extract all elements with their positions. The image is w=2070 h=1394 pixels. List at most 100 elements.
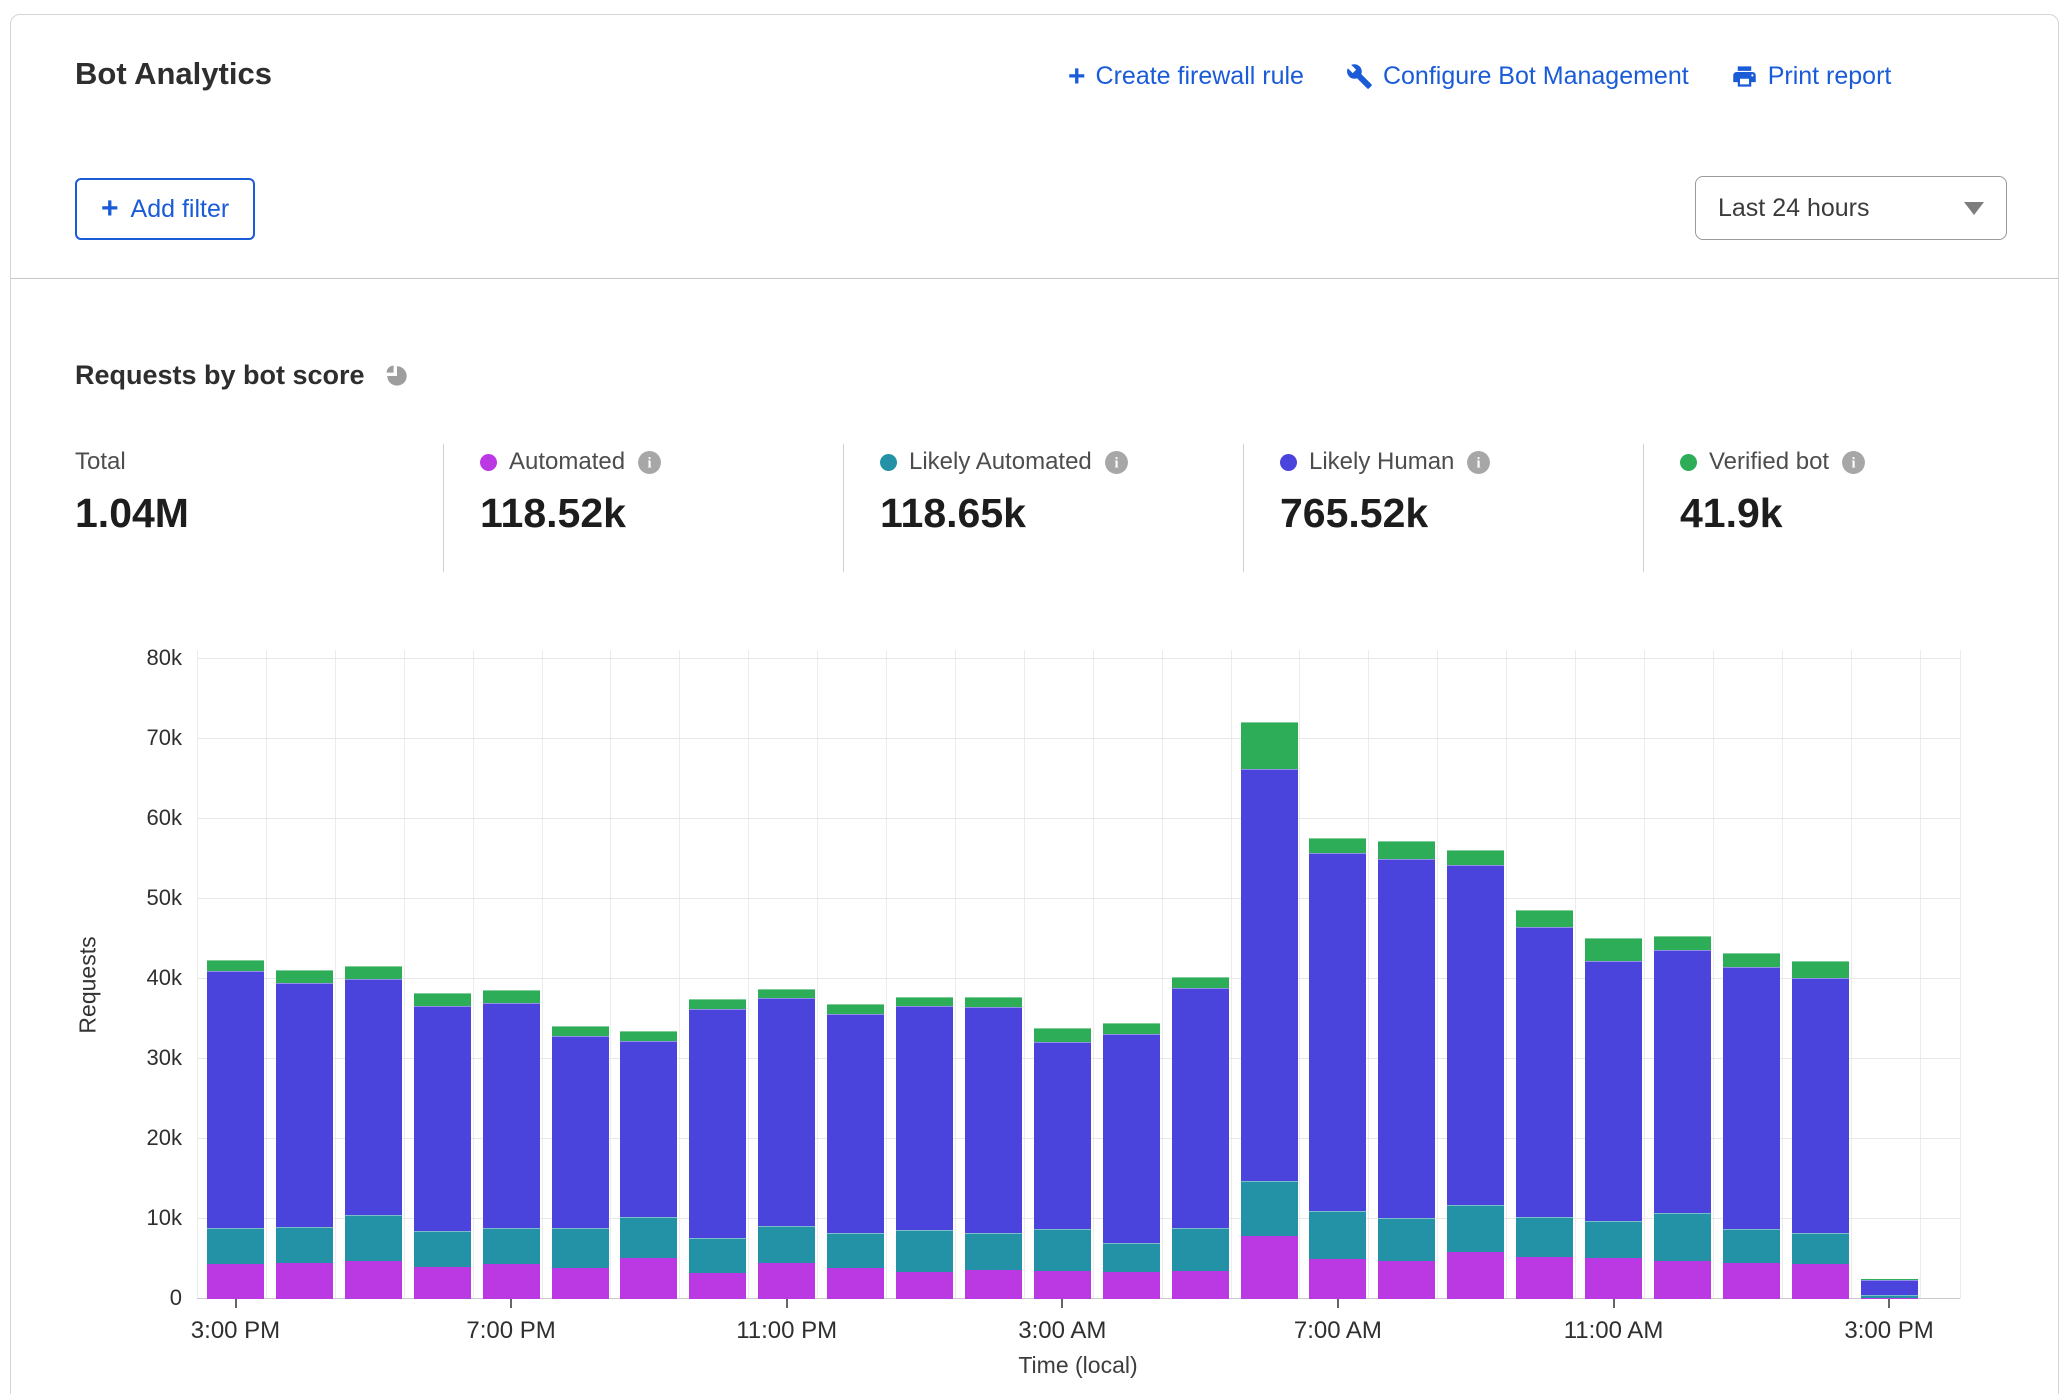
bar-segment-likely-human[interactable] (1447, 865, 1504, 1204)
bar-segment-verified-bot[interactable] (1034, 1028, 1091, 1042)
bar-segment-verified-bot[interactable] (965, 997, 1022, 1007)
bar-segment-likely-automated[interactable] (1585, 1221, 1642, 1258)
bar-5-00-pm[interactable] (345, 650, 402, 1299)
bar-segment-automated[interactable] (1654, 1261, 1711, 1299)
bar-segment-verified-bot[interactable] (483, 990, 540, 1003)
bar-segment-likely-automated[interactable] (276, 1227, 333, 1263)
bar-segment-verified-bot[interactable] (414, 993, 471, 1006)
bar-segment-likely-automated[interactable] (1861, 1295, 1918, 1297)
bar-4-00-pm[interactable] (276, 650, 333, 1299)
bar-segment-likely-human[interactable] (1103, 1034, 1160, 1243)
bar-segment-likely-human[interactable] (414, 1006, 471, 1231)
bar-segment-automated[interactable] (1241, 1236, 1298, 1299)
bar-segment-automated[interactable] (1309, 1259, 1366, 1299)
bar-9-00-am[interactable] (1447, 650, 1504, 1299)
bar-segment-likely-automated[interactable] (1034, 1229, 1091, 1271)
bar-segment-verified-bot[interactable] (276, 970, 333, 983)
bar-7-00-pm[interactable] (483, 650, 540, 1299)
bar-segment-likely-automated[interactable] (1516, 1217, 1573, 1256)
bar-segment-likely-human[interactable] (1172, 988, 1229, 1228)
bar-6-00-am[interactable] (1241, 650, 1298, 1299)
bar-segment-automated[interactable] (1792, 1264, 1849, 1299)
bar-segment-likely-automated[interactable] (758, 1226, 815, 1263)
bar-segment-verified-bot[interactable] (552, 1026, 609, 1036)
bar-5-00-am[interactable] (1172, 650, 1229, 1299)
bar-segment-likely-human[interactable] (345, 979, 402, 1215)
bar-segment-verified-bot[interactable] (896, 997, 953, 1007)
bar-segment-automated[interactable] (1516, 1257, 1573, 1299)
bar-segment-likely-automated[interactable] (1172, 1228, 1229, 1271)
bar-11-00-pm[interactable] (758, 650, 815, 1299)
bar-segment-likely-automated[interactable] (1723, 1229, 1780, 1263)
bar-segment-likely-human[interactable] (1309, 853, 1366, 1211)
bar-segment-likely-human[interactable] (1516, 927, 1573, 1217)
bar-segment-verified-bot[interactable] (1861, 1279, 1918, 1280)
bar-segment-automated[interactable] (483, 1264, 540, 1299)
bar-2-00-pm[interactable] (1792, 650, 1849, 1299)
bar-segment-verified-bot[interactable] (1241, 722, 1298, 768)
bar-11-00-am[interactable] (1585, 650, 1642, 1299)
bar-segment-likely-human[interactable] (827, 1014, 884, 1232)
bar-segment-verified-bot[interactable] (1172, 977, 1229, 988)
bar-3-00-pm[interactable] (1861, 650, 1918, 1299)
bar-segment-likely-automated[interactable] (1792, 1233, 1849, 1264)
bar-segment-automated[interactable] (758, 1263, 815, 1299)
bar-segment-automated[interactable] (1172, 1271, 1229, 1299)
bar-7-00-am[interactable] (1309, 650, 1366, 1299)
bar-segment-likely-human[interactable] (896, 1006, 953, 1230)
bar-segment-verified-bot[interactable] (1447, 850, 1504, 865)
bar-segment-likely-automated[interactable] (1103, 1243, 1160, 1272)
bar-segment-automated[interactable] (1034, 1271, 1091, 1299)
bar-segment-likely-automated[interactable] (1654, 1213, 1711, 1260)
bar-segment-automated[interactable] (207, 1264, 264, 1299)
bar-segment-verified-bot[interactable] (1585, 938, 1642, 960)
bar-segment-verified-bot[interactable] (1516, 910, 1573, 927)
bar-segment-likely-automated[interactable] (827, 1233, 884, 1268)
bar-segment-verified-bot[interactable] (345, 966, 402, 979)
bar-segment-likely-human[interactable] (1861, 1280, 1918, 1295)
bar-segment-automated[interactable] (552, 1268, 609, 1299)
bar-segment-likely-human[interactable] (758, 998, 815, 1226)
bar-segment-likely-automated[interactable] (965, 1233, 1022, 1270)
bar-1-00-pm[interactable] (1723, 650, 1780, 1299)
bar-segment-likely-human[interactable] (1241, 769, 1298, 1181)
bar-segment-likely-human[interactable] (1654, 950, 1711, 1213)
bar-segment-verified-bot[interactable] (1654, 936, 1711, 950)
bar-segment-verified-bot[interactable] (1378, 841, 1435, 859)
bar-6-00-pm[interactable] (414, 650, 471, 1299)
bar-segment-likely-human[interactable] (552, 1036, 609, 1228)
bar-segment-automated[interactable] (1447, 1252, 1504, 1299)
bar-segment-likely-automated[interactable] (1241, 1181, 1298, 1236)
bar-12-00-am[interactable] (827, 650, 884, 1299)
bar-segment-verified-bot[interactable] (1309, 838, 1366, 852)
bar-segment-likely-automated[interactable] (620, 1217, 677, 1258)
bar-3-00-pm[interactable] (207, 650, 264, 1299)
bar-segment-likely-human[interactable] (207, 971, 264, 1228)
bar-segment-verified-bot[interactable] (1723, 953, 1780, 967)
bar-segment-automated[interactable] (827, 1268, 884, 1299)
bar-10-00-pm[interactable] (689, 650, 746, 1299)
bar-segment-automated[interactable] (345, 1261, 402, 1299)
bar-segment-likely-automated[interactable] (345, 1215, 402, 1261)
bar-segment-likely-automated[interactable] (1378, 1218, 1435, 1260)
bar-9-00-pm[interactable] (620, 650, 677, 1299)
bar-segment-likely-automated[interactable] (414, 1231, 471, 1267)
bar-segment-likely-human[interactable] (483, 1003, 540, 1228)
bar-segment-automated[interactable] (620, 1258, 677, 1299)
bar-segment-likely-human[interactable] (1723, 967, 1780, 1229)
bar-segment-likely-human[interactable] (1792, 978, 1849, 1232)
bar-segment-automated[interactable] (896, 1272, 953, 1299)
bar-segment-automated[interactable] (689, 1273, 746, 1299)
bar-segment-likely-human[interactable] (689, 1009, 746, 1238)
bar-segment-likely-automated[interactable] (483, 1228, 540, 1264)
bar-segment-likely-human[interactable] (1378, 859, 1435, 1218)
bar-segment-likely-automated[interactable] (689, 1238, 746, 1272)
bar-segment-verified-bot[interactable] (827, 1004, 884, 1014)
bar-segment-likely-human[interactable] (1034, 1042, 1091, 1229)
bar-segment-automated[interactable] (1103, 1272, 1160, 1299)
bar-segment-likely-automated[interactable] (207, 1228, 264, 1264)
bar-segment-verified-bot[interactable] (689, 999, 746, 1009)
bar-10-00-am[interactable] (1516, 650, 1573, 1299)
bar-segment-automated[interactable] (1378, 1261, 1435, 1299)
bar-1-00-am[interactable] (896, 650, 953, 1299)
